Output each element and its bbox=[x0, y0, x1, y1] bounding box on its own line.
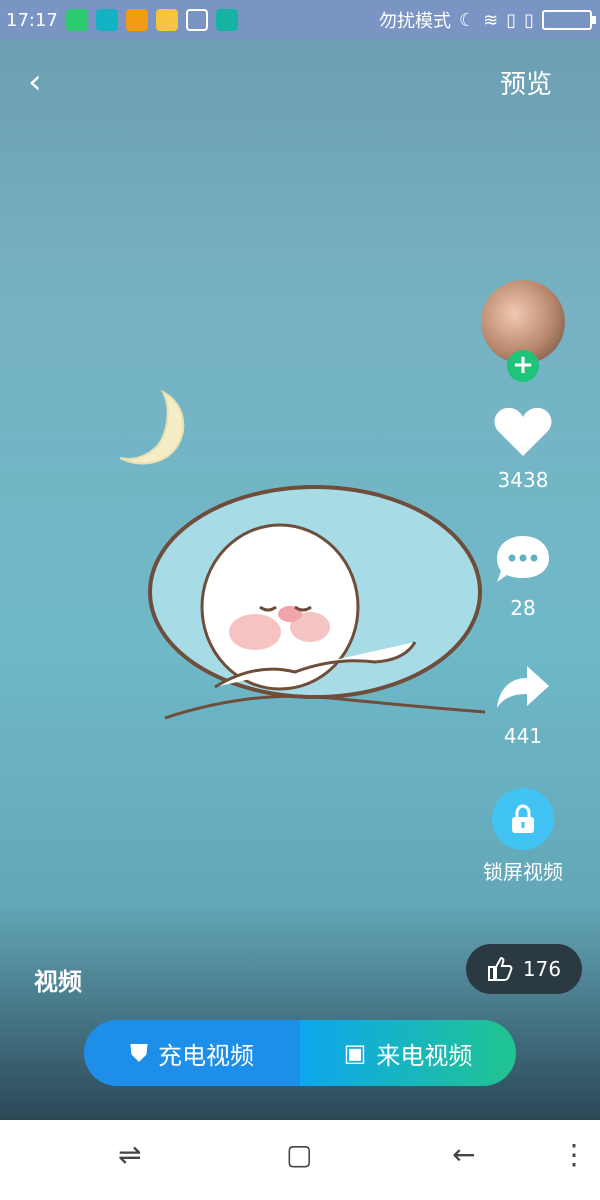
warning-icon bbox=[125, 9, 148, 31]
app-notification-icon bbox=[95, 9, 118, 31]
like-action[interactable]: 3438 bbox=[468, 404, 578, 492]
lock-icon bbox=[492, 788, 554, 850]
sleeping-character-illustration bbox=[148, 485, 482, 699]
system-nav-bar: ⇌ ▢ ← ⋮ bbox=[0, 1120, 600, 1200]
comment-icon bbox=[497, 536, 549, 582]
shopping-bag-icon bbox=[65, 9, 88, 31]
preview-button[interactable]: 预览 bbox=[500, 64, 552, 101]
comment-action[interactable]: 28 bbox=[468, 532, 578, 620]
brush-icon bbox=[185, 9, 208, 31]
notification-icons bbox=[65, 9, 238, 31]
moon-illustration bbox=[119, 389, 185, 465]
wifi-icon: ≋ bbox=[483, 9, 499, 31]
switch-arrows-icon[interactable]: ⇌ bbox=[118, 1138, 141, 1171]
charge-video-label: 充电视频 bbox=[158, 1041, 254, 1070]
home-square-icon[interactable]: ▢ bbox=[286, 1138, 312, 1171]
menu-dots-icon[interactable]: ⋮ bbox=[560, 1138, 588, 1171]
share-action[interactable]: 441 bbox=[468, 660, 578, 748]
status-bar: 17:17 勿扰模式 ☾ ≋ ▯ ▯ bbox=[0, 0, 600, 40]
call-video-label: 来电视频 bbox=[376, 1041, 473, 1070]
moon-icon: ☾ bbox=[458, 9, 476, 31]
battery-icon bbox=[542, 10, 596, 30]
comment-count: 28 bbox=[510, 596, 536, 620]
video-stage[interactable]: ‹ 预览 + 3438 28 441 锁屏视频 视频 176 ⛊ 充电视频 ▣ … bbox=[0, 40, 600, 1120]
action-rail: + 3438 28 441 锁屏视频 bbox=[468, 280, 578, 885]
thumbs-up-icon bbox=[487, 956, 513, 981]
folder-icon bbox=[155, 9, 178, 31]
thumbs-up-count: 176 bbox=[522, 957, 562, 981]
thumbs-up-badge[interactable]: 176 bbox=[466, 944, 582, 994]
top-bar: ‹ 预览 bbox=[0, 40, 600, 120]
bottom-button-bar: ⛊ 充电视频 ▣ 来电视频 bbox=[84, 1020, 516, 1086]
phone-video-icon: ▣ bbox=[343, 1039, 367, 1067]
share-arrow-icon bbox=[497, 666, 549, 708]
system-icons: 勿扰模式 ☾ ≋ ▯ ▯ bbox=[378, 7, 596, 33]
lock-video-label: 锁屏视频 bbox=[483, 860, 563, 884]
heart-icon bbox=[494, 407, 552, 456]
video-label: 视频 bbox=[34, 968, 82, 996]
signal-icon: ▯ bbox=[506, 9, 517, 31]
like-count: 3438 bbox=[497, 468, 549, 492]
status-time: 17:17 bbox=[6, 9, 58, 31]
creator-avatar[interactable]: + bbox=[481, 280, 565, 382]
signal-icon-2: ▯ bbox=[524, 9, 534, 31]
lock-video-action[interactable]: 锁屏视频 bbox=[468, 788, 578, 885]
call-video-button[interactable]: ▣ 来电视频 bbox=[300, 1020, 516, 1086]
share-count: 441 bbox=[503, 724, 543, 748]
dnd-label: 勿扰模式 bbox=[378, 11, 451, 32]
charge-video-button[interactable]: ⛊ 充电视频 bbox=[84, 1020, 300, 1086]
back-arrow-icon[interactable]: ← bbox=[452, 1138, 475, 1171]
usb-icon bbox=[215, 9, 238, 31]
back-arrow-icon[interactable]: ‹ bbox=[28, 62, 42, 102]
shield-icon: ⛊ bbox=[130, 1039, 148, 1067]
blanket-line bbox=[164, 694, 486, 720]
follow-plus-icon[interactable]: + bbox=[507, 350, 539, 382]
